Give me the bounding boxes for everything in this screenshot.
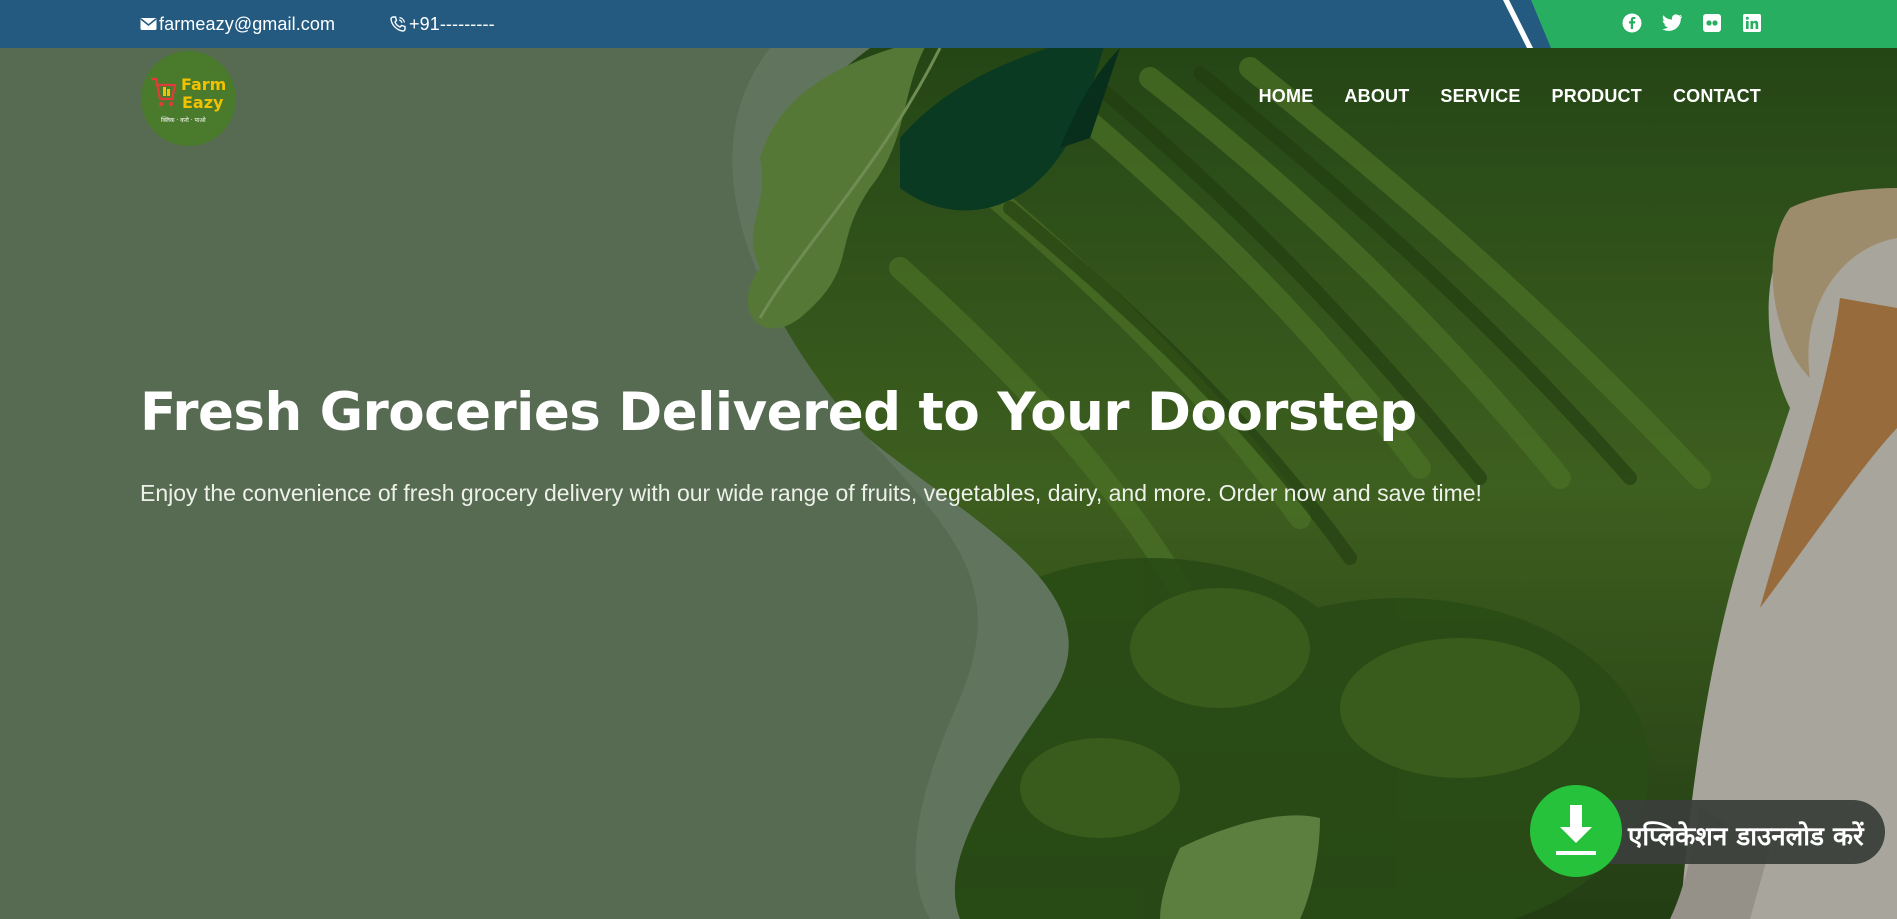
nav-product[interactable]: PRODUCT [1552, 86, 1642, 107]
twitter-icon[interactable] [1661, 12, 1683, 34]
logo-tagline: क्लिक · करो · पाओ [161, 117, 206, 124]
nav-contact[interactable]: CONTACT [1673, 86, 1761, 107]
topbar-divider [1503, 0, 1533, 48]
top-bar: farmeazy@gmail.com +91--------- [0, 0, 1897, 48]
download-app-button[interactable]: एप्लिकेशन डाउनलोड करें [1530, 785, 1897, 877]
nav-about[interactable]: ABOUT [1344, 86, 1409, 107]
hero-subtitle: Enjoy the convenience of fresh grocery d… [140, 480, 1482, 506]
download-icon-circle [1530, 785, 1622, 877]
download-label: एप्लिकेशन डाउनलोड करें [1628, 822, 1864, 852]
envelope-icon [140, 18, 157, 30]
logo-text-eazy: Eazy [182, 93, 224, 112]
phone-contact[interactable]: +91--------- [389, 12, 495, 36]
flickr-icon[interactable] [1701, 12, 1723, 34]
phone-icon [390, 16, 406, 32]
linkedin-icon[interactable] [1741, 12, 1763, 34]
nav-home[interactable]: HOME [1259, 86, 1314, 107]
logo-text-farm: Farm [181, 75, 227, 94]
farmeazy-logo[interactable]: Farm Eazy क्लिक · करो · पाओ [141, 51, 236, 146]
phone-text: +91--------- [409, 13, 495, 34]
facebook-icon[interactable] [1621, 12, 1643, 34]
main-nav: HOME ABOUT SERVICE PRODUCT CONTACT [1259, 86, 1761, 107]
download-icon [1556, 805, 1596, 855]
email-contact[interactable]: farmeazy@gmail.com [140, 12, 335, 36]
nav-service[interactable]: SERVICE [1440, 86, 1520, 107]
email-text: farmeazy@gmail.com [159, 13, 336, 34]
social-links [1621, 12, 1763, 34]
hero-title: Fresh Groceries Delivered to Your Doorst… [140, 382, 1417, 443]
